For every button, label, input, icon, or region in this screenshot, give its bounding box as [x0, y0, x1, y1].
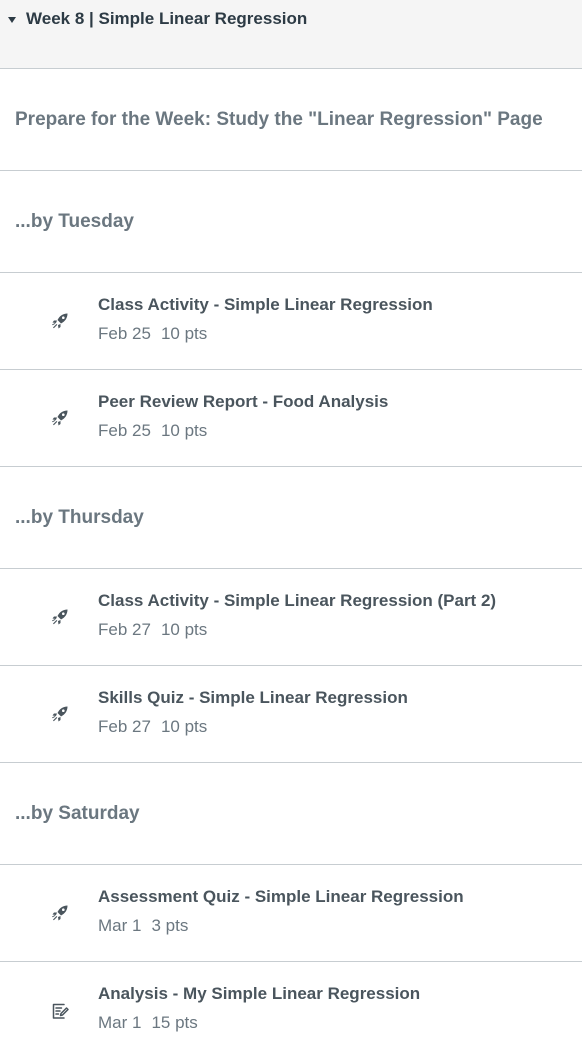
due-date: Feb 27	[98, 619, 151, 639]
due-date: Feb 25	[98, 323, 151, 343]
points: 10 pts	[160, 716, 208, 736]
rocket-icon	[49, 902, 71, 924]
subheader-label: ...by Tuesday	[15, 210, 134, 232]
points: 10 pts	[160, 420, 208, 440]
points: 10 pts	[160, 323, 208, 343]
points: 3 pts	[151, 915, 189, 935]
caret-down-icon[interactable]	[8, 17, 16, 23]
due-date: Mar 1	[98, 915, 142, 935]
item-title-link[interactable]: Assessment Quiz - Simple Linear Regressi…	[98, 886, 464, 908]
subheader-label: Prepare for the Week: Study the "Linear …	[15, 108, 543, 130]
rocket-icon	[49, 407, 71, 429]
rocket-icon	[49, 606, 71, 628]
module-subheader-prepare: Prepare for the Week: Study the "Linear …	[0, 69, 582, 171]
module-item[interactable]: Class Activity - Simple Linear Regressio…	[0, 273, 582, 370]
points: 10 pts	[160, 619, 208, 639]
module-subheader-thursday: ...by Thursday	[0, 467, 582, 569]
assignment-icon	[49, 1000, 71, 1022]
due-date: Mar 1	[98, 1013, 142, 1032]
item-title-link[interactable]: Class Activity - Simple Linear Regressio…	[98, 590, 496, 612]
rocket-icon	[49, 310, 71, 332]
item-title-link[interactable]: Analysis - My Simple Linear Regression	[98, 983, 420, 1005]
module-header[interactable]: Week 8 | Simple Linear Regression	[0, 0, 582, 69]
item-title-link[interactable]: Peer Review Report - Food Analysis	[98, 391, 388, 413]
due-date: Feb 27	[98, 716, 151, 736]
item-meta: Feb 27 10 pts	[98, 619, 496, 641]
item-meta: Mar 1 15 pts	[98, 1012, 420, 1034]
item-meta: Feb 25 10 pts	[98, 323, 433, 345]
subheader-label: ...by Thursday	[15, 506, 144, 528]
subheader-label: ...by Saturday	[15, 802, 140, 824]
module-item[interactable]: Class Activity - Simple Linear Regressio…	[0, 569, 582, 666]
item-meta: Feb 27 10 pts	[98, 716, 408, 738]
module-item[interactable]: Analysis - My Simple Linear Regression M…	[0, 962, 582, 1059]
item-meta: Mar 1 3 pts	[98, 915, 464, 937]
module-item[interactable]: Skills Quiz - Simple Linear Regression F…	[0, 666, 582, 763]
points: 15 pts	[151, 1013, 198, 1032]
module-title: Week 8 | Simple Linear Regression	[26, 9, 308, 28]
item-title-link[interactable]: Skills Quiz - Simple Linear Regression	[98, 687, 408, 709]
module-item[interactable]: Assessment Quiz - Simple Linear Regressi…	[0, 865, 582, 962]
item-title-link[interactable]: Class Activity - Simple Linear Regressio…	[98, 294, 433, 316]
rocket-icon	[49, 703, 71, 725]
due-date: Feb 25	[98, 420, 151, 440]
item-meta: Feb 25 10 pts	[98, 420, 388, 442]
module-item[interactable]: Peer Review Report - Food Analysis Feb 2…	[0, 370, 582, 467]
module-subheader-saturday: ...by Saturday	[0, 763, 582, 865]
module-subheader-tuesday: ...by Tuesday	[0, 171, 582, 273]
